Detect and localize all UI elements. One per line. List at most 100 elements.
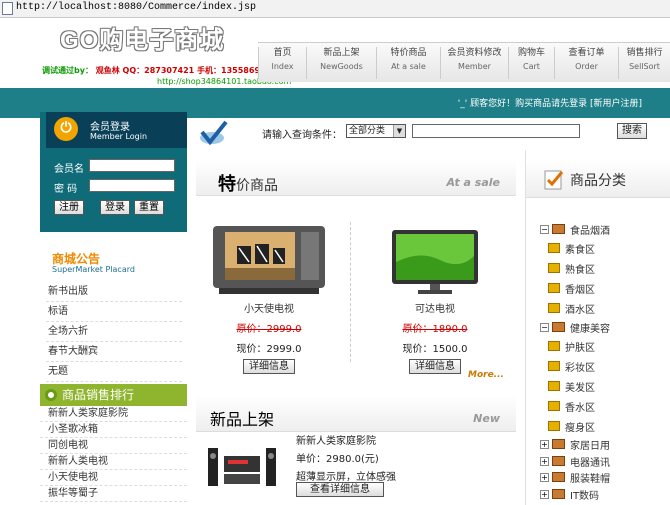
address-bar[interactable]: http://localhost:8080/Commerce/index.jsp: [0, 0, 670, 18]
specials-header: 特价商品 At a sale: [196, 160, 516, 196]
placard-list: 新书出版 标语 全场六折 春节大酬宾 无题: [46, 282, 182, 382]
expand-icon[interactable]: +: [540, 439, 549, 449]
welcome-text[interactable]: '_' 顾客您好！购买商品请先登录 [新用户注册]: [458, 96, 642, 109]
sales-ranking-panel: 商品销售排行 新新人类家庭影院 小圣歌冰箱 同创电视 新新人类电视 小天使电视 …: [40, 384, 187, 505]
search-bar: 请输入查询条件： 全部分类 ▼ 搜索: [190, 118, 670, 150]
ranking-item[interactable]: 小圣歌冰箱: [40, 422, 187, 438]
product-image[interactable]: [204, 222, 334, 296]
ranking-item[interactable]: 新新人类家庭影院: [40, 406, 187, 422]
nav-label: 查看订单: [568, 48, 605, 58]
tester-name: 观鱼林: [95, 66, 120, 75]
tv-image: [213, 226, 325, 294]
book-icon: [552, 472, 565, 482]
nav-order[interactable]: 查看订单 Order: [554, 47, 618, 79]
power-icon: ⏻: [54, 117, 78, 141]
member-name-label: 会员名: [54, 164, 84, 175]
register-button[interactable]: 注册: [54, 200, 84, 215]
category-leaf[interactable]: 香烟区: [548, 281, 595, 296]
category-select[interactable]: 全部分类 ▼: [346, 124, 406, 138]
divider: [350, 222, 351, 362]
category-label: 熟食区: [565, 264, 595, 276]
expand-icon[interactable]: +: [540, 489, 549, 499]
placard-item[interactable]: 标语: [46, 302, 182, 322]
product-old-price: 原价：2999.0: [236, 324, 302, 335]
collapse-icon[interactable]: −: [540, 322, 549, 332]
nav-label-en: Order: [575, 62, 598, 71]
ranking-item[interactable]: 小天使电视: [40, 470, 187, 486]
product-image[interactable]: [370, 222, 500, 296]
ranking-item[interactable]: 新新人类电视: [40, 454, 187, 470]
folder-icon: [548, 361, 560, 371]
checkmark-icon: [200, 120, 228, 146]
category-group[interactable]: + 家居日用: [540, 437, 610, 452]
folder-icon: [548, 381, 560, 391]
view-details-button[interactable]: 查看详细信息: [296, 482, 384, 497]
category-leaf[interactable]: 美发区: [548, 379, 595, 394]
specials-title-en: At a sale: [446, 176, 500, 189]
ranking-item[interactable]: 同创电视: [40, 438, 187, 454]
placard-item[interactable]: 全场六折: [46, 322, 182, 342]
nav-sellsort[interactable]: 销售排行 SellSort: [618, 47, 670, 79]
nav-newgoods[interactable]: 新品上架 NewGoods: [306, 47, 376, 79]
collapse-icon[interactable]: −: [540, 224, 549, 234]
password-label: 密 码: [54, 184, 78, 195]
product-card: 小天使电视 原价：2999.0 现价：2999.0 详细信息: [204, 222, 334, 374]
category-leaf[interactable]: 香水区: [548, 399, 595, 414]
category-leaf[interactable]: 护肤区: [548, 339, 595, 354]
category-label: 护肤区: [565, 342, 595, 354]
password-input[interactable]: [89, 179, 175, 192]
category-group[interactable]: − 健康美容: [540, 320, 610, 335]
nav-label: 特价商品: [390, 48, 427, 58]
category-group[interactable]: + 服装鞋帽: [540, 470, 610, 485]
nav-cart[interactable]: 购物车 Cart: [508, 47, 554, 79]
member-name-input[interactable]: [89, 159, 175, 172]
more-link[interactable]: More...: [468, 370, 504, 380]
home-theater-image[interactable]: [206, 442, 278, 490]
search-input[interactable]: [412, 124, 580, 138]
category-label: 彩妆区: [565, 362, 595, 374]
category-leaf[interactable]: 彩妆区: [548, 359, 595, 374]
nav-label-en: Member: [458, 62, 491, 71]
placard-item[interactable]: 新书出版: [46, 282, 182, 302]
search-button[interactable]: 搜索: [617, 123, 647, 139]
details-button[interactable]: 详细信息: [409, 359, 461, 374]
details-button[interactable]: 详细信息: [243, 359, 295, 374]
product-price: 现价：2999.0: [236, 344, 302, 355]
category-group[interactable]: + IT数码: [540, 487, 599, 502]
expand-icon[interactable]: +: [540, 472, 549, 482]
product-name[interactable]: 可达电视: [370, 300, 500, 315]
nav-label: 首页: [273, 48, 292, 58]
expand-icon[interactable]: +: [540, 456, 549, 466]
address-url[interactable]: http://localhost:8080/Commerce/index.jsp: [16, 2, 256, 13]
category-leaf[interactable]: 酒水区: [548, 301, 595, 316]
new-product-name[interactable]: 新新人类家庭影院: [296, 432, 376, 447]
category-label: 健康美容: [570, 323, 610, 335]
nav-sale[interactable]: 特价商品 At a sale: [376, 47, 440, 79]
nav-label-en: SellSort: [629, 62, 660, 71]
category-leaf[interactable]: 瘦身区: [548, 419, 595, 434]
folder-icon: [548, 263, 560, 273]
page-icon: [2, 2, 13, 15]
category-group[interactable]: + 电器通讯: [540, 454, 610, 469]
nav-label-en: Index: [271, 62, 294, 71]
specials-title-rest: 价商品: [236, 178, 278, 194]
nav-label: 会员资料修改: [447, 48, 502, 58]
category-group[interactable]: − 食品烟酒: [540, 222, 610, 237]
nav-index[interactable]: 首页 Index: [258, 47, 306, 79]
chevron-down-icon[interactable]: ▼: [393, 125, 405, 137]
placard-item[interactable]: 春节大酬宾: [46, 342, 182, 362]
nav-member[interactable]: 会员资料修改 Member: [440, 47, 508, 79]
folder-icon: [548, 341, 560, 351]
product-name[interactable]: 小天使电视: [204, 300, 334, 315]
category-leaf[interactable]: 熟食区: [548, 261, 595, 276]
reset-button[interactable]: 重置: [134, 200, 164, 215]
main-content: 特价商品 At a sale 小天使电视 原价：2999.0 现价：2999.0…: [190, 150, 522, 505]
tester-qq: QQ：287307421: [122, 66, 195, 75]
category-leaf[interactable]: 素食区: [548, 241, 595, 256]
site-logo[interactable]: GO购电子商城: [60, 20, 224, 55]
product-old-price: 原价：1890.0: [402, 324, 468, 335]
ranking-item[interactable]: 振华等蜀子: [40, 486, 187, 502]
login-button[interactable]: 登录: [100, 200, 130, 215]
placard-item[interactable]: 无题: [46, 362, 182, 382]
nav-label-en: NewGoods: [320, 62, 363, 71]
